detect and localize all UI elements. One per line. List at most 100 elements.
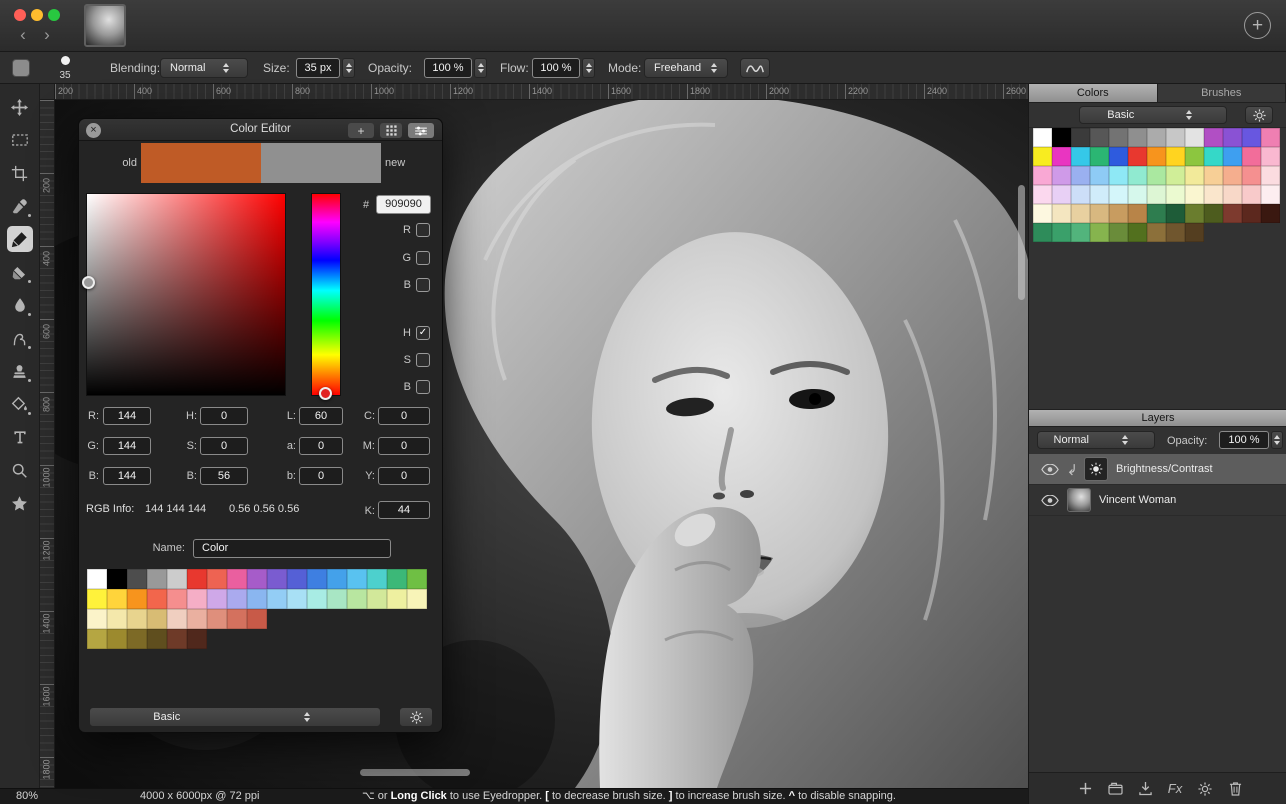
hue-slider[interactable] (311, 193, 341, 400)
color-swatch[interactable] (107, 609, 127, 629)
adjustments-button[interactable] (1195, 779, 1215, 799)
color-swatch[interactable] (1147, 166, 1166, 185)
color-swatch[interactable] (1128, 223, 1147, 242)
color-swatch[interactable] (1071, 204, 1090, 223)
color-swatch[interactable] (1204, 185, 1223, 204)
color-swatch[interactable] (1090, 185, 1109, 204)
color-swatch[interactable] (1071, 223, 1090, 242)
color-swatch[interactable] (207, 569, 227, 589)
forward-button[interactable]: › (36, 25, 58, 44)
color-swatch[interactable] (1204, 204, 1223, 223)
blur-tool[interactable] (7, 292, 33, 318)
color-swatch[interactable] (167, 629, 187, 649)
size-field[interactable]: 35 px (296, 58, 340, 78)
close-button[interactable]: × (86, 123, 101, 138)
zoom-tool[interactable] (7, 457, 33, 483)
color-swatch[interactable] (127, 629, 147, 649)
mode-select[interactable]: Freehand (644, 58, 728, 78)
color-swatch[interactable] (1261, 166, 1280, 185)
color-swatch[interactable] (87, 629, 107, 649)
layer-row[interactable]: Vincent Woman (1029, 485, 1286, 516)
color-swatch[interactable] (227, 609, 247, 629)
blending-select[interactable]: Normal (160, 58, 248, 78)
color-swatch[interactable] (1185, 128, 1204, 147)
color-swatch[interactable] (407, 589, 427, 609)
eyedropper-tool[interactable] (7, 193, 33, 219)
color-swatch[interactable] (147, 589, 167, 609)
eraser-tool[interactable] (7, 259, 33, 285)
add-color-button[interactable]: + (348, 123, 374, 138)
color-swatch[interactable] (1128, 128, 1147, 147)
color-swatch[interactable] (367, 569, 387, 589)
layer-blend-mode-select[interactable]: Normal (1037, 431, 1155, 449)
add-layer-button[interactable] (1075, 779, 1095, 799)
color-swatch[interactable] (1223, 185, 1242, 204)
palette-preset-select[interactable]: Basic (1079, 106, 1227, 124)
color-swatch[interactable] (1166, 128, 1185, 147)
color-swatch[interactable] (1090, 147, 1109, 166)
color-swatch[interactable] (1052, 128, 1071, 147)
flow-stepper[interactable] (582, 58, 595, 78)
color-swatch[interactable] (1109, 128, 1128, 147)
color-swatch[interactable] (1071, 166, 1090, 185)
color-swatch[interactable] (1071, 185, 1090, 204)
color-swatch[interactable] (1109, 185, 1128, 204)
channel-checkbox-s4[interactable] (416, 353, 430, 367)
color-swatch[interactable] (107, 569, 127, 589)
color-swatch[interactable] (1033, 166, 1052, 185)
opacity-stepper[interactable] (474, 58, 487, 78)
color-swatch[interactable] (1242, 147, 1261, 166)
value-field[interactable]: 144 (103, 437, 151, 455)
color-swatch[interactable] (1071, 128, 1090, 147)
color-swatch[interactable] (1223, 166, 1242, 185)
back-button[interactable]: ‹ (12, 25, 34, 44)
color-swatch[interactable] (107, 629, 127, 649)
color-swatch[interactable] (127, 569, 147, 589)
color-swatch[interactable] (1052, 223, 1071, 242)
channel-checkbox-r0[interactable] (416, 223, 430, 237)
color-swatch[interactable] (1204, 166, 1223, 185)
color-swatch[interactable] (1052, 147, 1071, 166)
import-button[interactable] (1135, 779, 1155, 799)
color-swatch[interactable] (187, 589, 207, 609)
color-swatch[interactable] (1261, 204, 1280, 223)
color-swatch[interactable] (1242, 185, 1261, 204)
color-swatch[interactable] (1242, 166, 1261, 185)
opacity-field[interactable]: 100 % (424, 58, 472, 78)
k-field[interactable]: 44 (378, 501, 430, 519)
color-swatch[interactable] (1147, 223, 1166, 242)
color-swatch[interactable] (1185, 166, 1204, 185)
color-swatch[interactable] (147, 569, 167, 589)
color-swatch[interactable] (1185, 223, 1204, 242)
color-well[interactable] (12, 59, 30, 77)
flow-field[interactable]: 100 % (532, 58, 580, 78)
color-swatch[interactable] (1166, 147, 1185, 166)
paint-bucket-tool[interactable] (7, 391, 33, 417)
new-group-button[interactable] (1105, 779, 1125, 799)
color-swatch[interactable] (1071, 147, 1090, 166)
color-swatch[interactable] (1242, 204, 1261, 223)
color-swatch[interactable] (1166, 223, 1185, 242)
value-field[interactable]: 60 (299, 407, 343, 425)
value-field[interactable]: 0 (299, 467, 343, 485)
vertical-scrollbar[interactable] (1018, 185, 1025, 300)
value-field[interactable]: 0 (378, 437, 430, 455)
color-swatch[interactable] (207, 589, 227, 609)
paint-brush-tool[interactable] (6, 226, 33, 252)
color-swatch[interactable] (227, 589, 247, 609)
zoom-level[interactable]: 80% (16, 789, 38, 804)
color-swatch[interactable] (1147, 185, 1166, 204)
tab-colors[interactable]: Colors (1029, 84, 1158, 103)
channel-checkbox-g1[interactable] (416, 251, 430, 265)
color-swatch[interactable] (167, 589, 187, 609)
move-tool[interactable] (7, 94, 33, 120)
effects-button[interactable]: Fx (1165, 779, 1185, 799)
color-swatch[interactable] (1128, 166, 1147, 185)
color-swatch[interactable] (387, 569, 407, 589)
color-swatch[interactable] (347, 589, 367, 609)
layer-row[interactable]: Brightness/Contrast (1029, 454, 1286, 485)
color-swatch[interactable] (267, 589, 287, 609)
color-swatch[interactable] (1109, 147, 1128, 166)
color-swatch[interactable] (147, 629, 167, 649)
stroke-style-button[interactable] (740, 58, 770, 78)
